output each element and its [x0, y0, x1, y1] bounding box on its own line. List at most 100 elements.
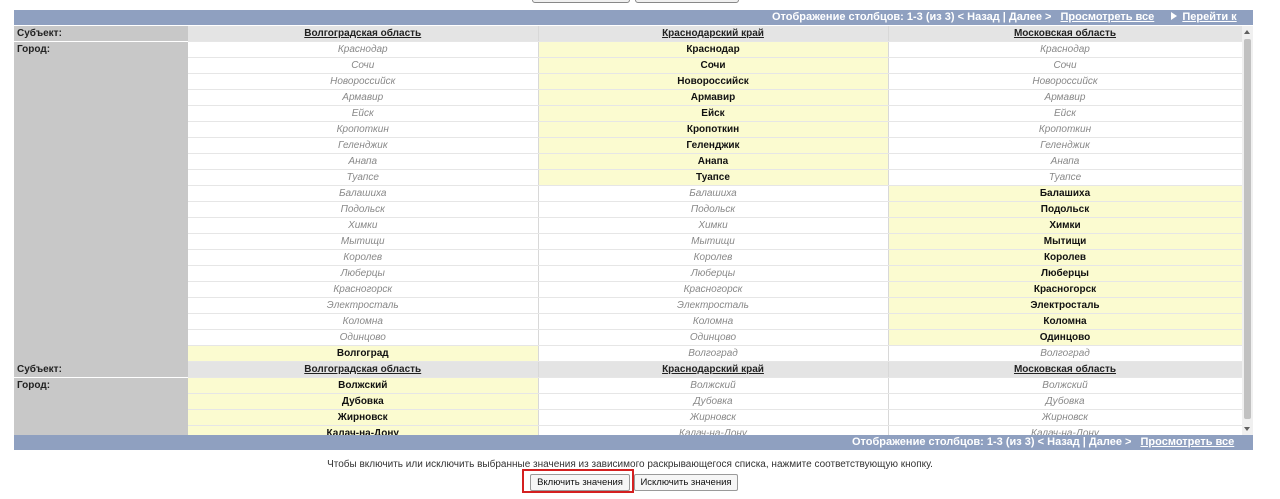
city-cell[interactable]: Геленджик [188, 137, 539, 154]
city-cell[interactable]: Люберцы [188, 265, 539, 282]
column-nav-top: Отображение столбцов: 1-3 (из 3) < Назад… [14, 10, 1253, 25]
city-cell-selected[interactable]: Химки [888, 217, 1242, 234]
table-row: Новороссийск Новороссийск Новороссийск [14, 73, 1242, 90]
city-cell-selected[interactable]: Анапа [538, 153, 889, 170]
city-cell[interactable]: Балашиха [538, 185, 889, 202]
city-cell[interactable]: Туапсе [188, 169, 539, 186]
city-cell[interactable]: Коломна [188, 313, 539, 330]
city-cell[interactable]: Волжский [538, 377, 889, 394]
subject-column-header[interactable]: Московская область [888, 26, 1242, 42]
table-row: Город: Краснодар Краснодар Краснодар [14, 41, 1242, 362]
city-label: Город: [14, 377, 188, 435]
city-cell[interactable]: Калач-на-Дону [538, 425, 889, 435]
city-cell-selected[interactable]: Волжский [188, 377, 539, 394]
city-cell[interactable]: Туапсе [888, 169, 1242, 186]
city-cell-selected[interactable]: Калач-на-Дону [188, 425, 539, 435]
city-cell[interactable]: Кропоткин [888, 121, 1242, 138]
city-cell[interactable]: Краснодар [888, 41, 1242, 58]
city-cell[interactable]: Калач-на-Дону [888, 425, 1242, 435]
city-cell[interactable]: Волгоград [538, 345, 889, 362]
city-cell[interactable]: Мытищи [188, 233, 539, 250]
values-grid: Субъект: Волгоградская область Краснодарск… [14, 26, 1242, 435]
city-cell-selected[interactable]: Ейск [538, 105, 889, 122]
city-cell[interactable]: Геленджик [888, 137, 1242, 154]
view-all-link[interactable]: Просмотреть все [1141, 436, 1235, 448]
city-cell[interactable]: Армавир [888, 89, 1242, 106]
city-cell[interactable]: Новороссийск [188, 73, 539, 90]
city-cell[interactable]: Анапа [888, 153, 1242, 170]
city-cell-selected[interactable]: Балашиха [888, 185, 1242, 202]
city-cell[interactable]: Ейск [188, 105, 539, 122]
city-cell[interactable]: Подольск [188, 201, 539, 218]
top-button-left[interactable] [532, 0, 630, 3]
city-cell[interactable]: Сочи [888, 57, 1242, 74]
scroll-up-icon[interactable] [1244, 30, 1250, 34]
city-cell[interactable]: Балашиха [188, 185, 539, 202]
city-cell[interactable]: Одинцово [188, 329, 539, 346]
table-row: Химки Химки Химки [14, 217, 1242, 234]
city-cell[interactable]: Мытищи [538, 233, 889, 250]
top-button-right[interactable] [635, 0, 739, 3]
city-cell[interactable]: Волжский [888, 377, 1242, 394]
city-cell-selected[interactable]: Геленджик [538, 137, 889, 154]
subject-label: Субъект: [14, 26, 188, 42]
city-cell-selected[interactable]: Красногорск [888, 281, 1242, 298]
city-cell[interactable]: Подольск [538, 201, 889, 218]
city-cell[interactable]: Электросталь [538, 297, 889, 314]
city-cell[interactable]: Анапа [188, 153, 539, 170]
subject-column-header[interactable]: Краснодарский край [538, 361, 889, 378]
view-all-link[interactable]: Просмотреть все [1061, 11, 1155, 23]
subject-column-header[interactable]: Московская область [888, 361, 1242, 378]
city-cell[interactable]: Армавир [188, 89, 539, 106]
city-cell-selected[interactable]: Новороссийск [538, 73, 889, 90]
subject-label: Субъект: [14, 361, 188, 378]
city-cell[interactable]: Химки [538, 217, 889, 234]
vertical-scrollbar[interactable] [1242, 26, 1253, 435]
subject-column-header[interactable]: Волгоградская область [188, 26, 539, 42]
city-cell-selected[interactable]: Краснодар [538, 41, 889, 58]
values-table: Субъект: Волгоградская область Краснодарск… [14, 26, 1242, 435]
city-cell[interactable]: Красногорск [538, 281, 889, 298]
city-cell[interactable]: Электросталь [188, 297, 539, 314]
city-cell-selected[interactable]: Туапсе [538, 169, 889, 186]
city-cell[interactable]: Жирновск [888, 409, 1242, 426]
table-row: Кропоткин Кропоткин Кропоткин [14, 121, 1242, 138]
subject-column-header[interactable]: Волгоградская область [188, 361, 539, 378]
city-cell[interactable]: Люберцы [538, 265, 889, 282]
city-cell[interactable]: Кропоткин [188, 121, 539, 138]
city-cell[interactable]: Коломна [538, 313, 889, 330]
city-cell[interactable]: Жирновск [538, 409, 889, 426]
city-cell[interactable]: Одинцово [538, 329, 889, 346]
city-cell-selected[interactable]: Коломна [888, 313, 1242, 330]
city-cell-selected[interactable]: Дубовка [188, 393, 539, 410]
city-cell[interactable]: Волгоград [888, 345, 1242, 362]
city-cell[interactable]: Краснодар [188, 41, 539, 58]
city-cell-selected[interactable]: Волгоград [188, 345, 539, 362]
city-cell-selected[interactable]: Одинцово [888, 329, 1242, 346]
city-cell-selected[interactable]: Армавир [538, 89, 889, 106]
table-row: Дубовка Дубовка Дубовка [14, 393, 1242, 410]
city-cell[interactable]: Ейск [888, 105, 1242, 122]
city-cell[interactable]: Сочи [188, 57, 539, 74]
city-cell-selected[interactable]: Люберцы [888, 265, 1242, 282]
city-cell[interactable]: Новороссийск [888, 73, 1242, 90]
city-cell-selected[interactable]: Жирновск [188, 409, 539, 426]
city-cell[interactable]: Красногорск [188, 281, 539, 298]
city-cell[interactable]: Дубовка [538, 393, 889, 410]
city-cell[interactable]: Королев [538, 249, 889, 266]
city-cell-selected[interactable]: Мытищи [888, 233, 1242, 250]
city-cell-selected[interactable]: Подольск [888, 201, 1242, 218]
city-cell[interactable]: Дубовка [888, 393, 1242, 410]
scroll-thumb[interactable] [1244, 39, 1251, 419]
city-cell-selected[interactable]: Сочи [538, 57, 889, 74]
city-cell-selected[interactable]: Кропоткин [538, 121, 889, 138]
exclude-values-button[interactable]: Исключить значения [634, 474, 738, 491]
include-values-button[interactable]: Включить значения [530, 474, 630, 491]
subject-column-header[interactable]: Краснодарский край [538, 26, 889, 42]
city-cell-selected[interactable]: Электросталь [888, 297, 1242, 314]
city-cell[interactable]: Королев [188, 249, 539, 266]
goto-link[interactable]: Перейти к [1182, 11, 1236, 23]
city-cell[interactable]: Химки [188, 217, 539, 234]
scroll-down-icon[interactable] [1244, 427, 1250, 431]
city-cell-selected[interactable]: Королев [888, 249, 1242, 266]
